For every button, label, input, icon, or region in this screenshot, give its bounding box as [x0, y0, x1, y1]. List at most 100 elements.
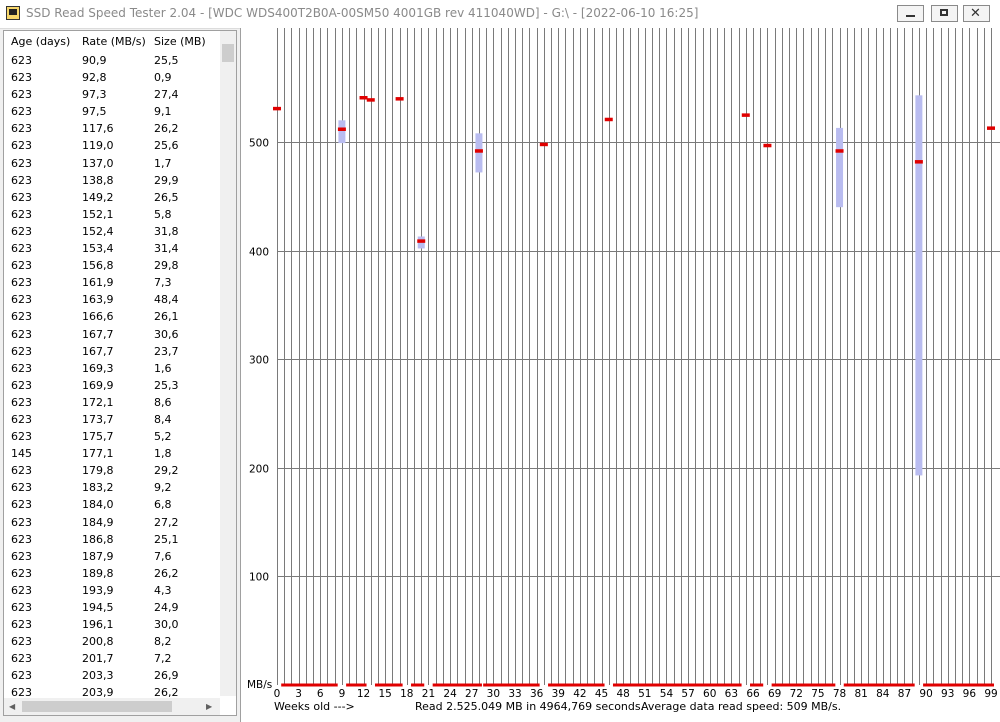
column-header-rate[interactable]: Rate (MB/s) [82, 35, 146, 48]
age-cell: 623 [11, 635, 32, 649]
size-cell: 26,1 [154, 310, 179, 324]
list-item[interactable]: 623 179,8 29,2 [4, 462, 219, 479]
list-item[interactable]: 623 167,7 23,7 [4, 343, 219, 360]
average-mark [604, 117, 613, 122]
list-item[interactable]: 623 183,2 9,2 [4, 479, 219, 496]
list-item[interactable]: 623 153,4 31,4 [4, 240, 219, 257]
size-cell: 30,6 [154, 327, 179, 341]
speed-chart: 100 200 300 400 500 MB/s 0 3 6 9 12 15 18 21 24 27 30 33 3… [240, 28, 1000, 722]
size-cell: 8,2 [154, 635, 172, 649]
baseline-mark [923, 683, 994, 687]
maximize-button[interactable] [931, 5, 958, 22]
rate-cell: 138,8 [82, 173, 114, 187]
scroll-left-icon[interactable]: ◀ [9, 702, 15, 711]
list-item[interactable]: 623 97,3 27,4 [4, 86, 219, 103]
list-item[interactable]: 623 184,0 6,8 [4, 496, 219, 513]
list-item[interactable]: 623 161,9 7,3 [4, 274, 219, 291]
x-tick-label: 51 [638, 688, 651, 700]
rate-cell: 184,0 [82, 498, 114, 512]
list-item[interactable]: 623 172,1 8,6 [4, 394, 219, 411]
rate-cell: 193,9 [82, 583, 114, 597]
age-cell: 623 [11, 139, 32, 153]
rate-cell: 166,6 [82, 310, 114, 324]
list-item[interactable]: 623 97,5 9,1 [4, 103, 219, 120]
rate-cell: 201,7 [82, 652, 114, 666]
x-tick-label: 24 [443, 688, 457, 700]
list-item[interactable]: 623 203,3 26,9 [4, 667, 219, 684]
age-cell: 623 [11, 515, 32, 529]
rate-cell: 189,8 [82, 566, 114, 580]
rate-cell: 137,0 [82, 156, 114, 170]
rate-cell: 167,7 [82, 327, 114, 341]
size-cell: 26,9 [154, 669, 179, 683]
age-cell: 623 [11, 327, 32, 341]
rate-cell: 175,7 [82, 430, 114, 444]
minimize-icon [906, 15, 915, 17]
vertical-scroll-thumb[interactable] [222, 44, 234, 62]
column-header-size[interactable]: Size (MB) [154, 35, 206, 48]
rate-cell: 177,1 [82, 447, 114, 461]
minimize-button[interactable] [897, 5, 924, 22]
list-item[interactable]: 623 184,9 27,2 [4, 514, 219, 531]
list-item[interactable]: 623 189,8 26,2 [4, 565, 219, 582]
average-speed: Average data read speed: 509 MB/s. [641, 700, 842, 713]
horizontal-scroll-thumb[interactable] [22, 701, 172, 712]
file-list[interactable]: Age (days) Rate (MB/s) Size (MB) 623 90,9… [3, 30, 237, 716]
rate-cell: 194,5 [82, 601, 114, 614]
horizontal-scrollbar[interactable]: ◀ ▶ [4, 698, 220, 715]
list-item[interactable]: 623 169,3 1,6 [4, 360, 219, 377]
size-cell: 29,8 [154, 259, 179, 273]
list-item[interactable]: 623 194,5 24,9 [4, 599, 219, 616]
x-tick-label: 36 [530, 688, 544, 700]
list-item[interactable]: 623 173,7 8,4 [4, 411, 219, 428]
size-cell: 25,5 [154, 54, 179, 67]
list-item[interactable]: 623 152,4 31,8 [4, 223, 219, 240]
size-cell: 27,4 [154, 88, 179, 102]
list-item[interactable]: 623 201,7 7,2 [4, 650, 219, 667]
age-cell: 145 [11, 447, 32, 461]
column-header-age[interactable]: Age (days) [11, 35, 70, 48]
rate-cell: 200,8 [82, 635, 114, 649]
list-item[interactable]: 623 186,8 25,1 [4, 531, 219, 548]
list-item[interactable]: 623 149,2 26,5 [4, 189, 219, 206]
age-cell: 623 [11, 601, 32, 614]
baseline-mark [281, 683, 338, 687]
baseline-mark [346, 683, 367, 687]
list-item[interactable]: 623 187,9 7,6 [4, 548, 219, 565]
list-item[interactable]: 623 92,8 0,9 [4, 69, 219, 86]
list-item[interactable]: 623 166,6 26,1 [4, 308, 219, 325]
x-tick-label: 72 [790, 688, 803, 700]
list-item[interactable]: 623 167,7 30,6 [4, 326, 219, 343]
list-item[interactable]: 623 152,1 5,8 [4, 206, 219, 223]
age-cell: 623 [11, 156, 32, 170]
list-item[interactable]: 623 137,0 1,7 [4, 155, 219, 172]
size-cell: 1,8 [154, 447, 172, 461]
size-cell: 30,0 [154, 618, 179, 632]
size-cell: 26,2 [154, 122, 179, 136]
age-cell: 623 [11, 259, 32, 273]
y-axis-label: MB/s [247, 679, 272, 691]
list-item[interactable]: 145 177,1 1,8 [4, 445, 219, 462]
size-cell: 5,8 [154, 207, 172, 221]
scroll-right-icon[interactable]: ▶ [206, 702, 212, 711]
list-item[interactable]: 623 169,9 25,3 [4, 377, 219, 394]
vertical-scrollbar[interactable] [220, 31, 236, 696]
list-item[interactable]: 623 119,0 25,6 [4, 137, 219, 154]
list-item[interactable]: 623 193,9 4,3 [4, 582, 219, 599]
list-item[interactable]: 623 156,8 29,8 [4, 257, 219, 274]
list-item[interactable]: 623 163,9 48,4 [4, 291, 219, 308]
rate-cell: 167,7 [82, 344, 114, 358]
maximize-icon [940, 9, 948, 16]
close-icon: ✕ [970, 6, 981, 21]
list-item[interactable]: 623 175,7 5,2 [4, 428, 219, 445]
x-tick-label: 30 [487, 688, 500, 700]
list-item[interactable]: 623 90,9 25,5 [4, 52, 219, 69]
rate-cell: 152,1 [82, 207, 114, 221]
baseline-mark [483, 683, 540, 687]
list-item[interactable]: 623 138,8 29,9 [4, 172, 219, 189]
list-item[interactable]: 623 200,8 8,2 [4, 633, 219, 650]
average-mark [763, 143, 772, 148]
list-item[interactable]: 623 117,6 26,2 [4, 120, 219, 137]
close-button[interactable]: ✕ [963, 5, 990, 22]
list-item[interactable]: 623 196,1 30,0 [4, 616, 219, 633]
